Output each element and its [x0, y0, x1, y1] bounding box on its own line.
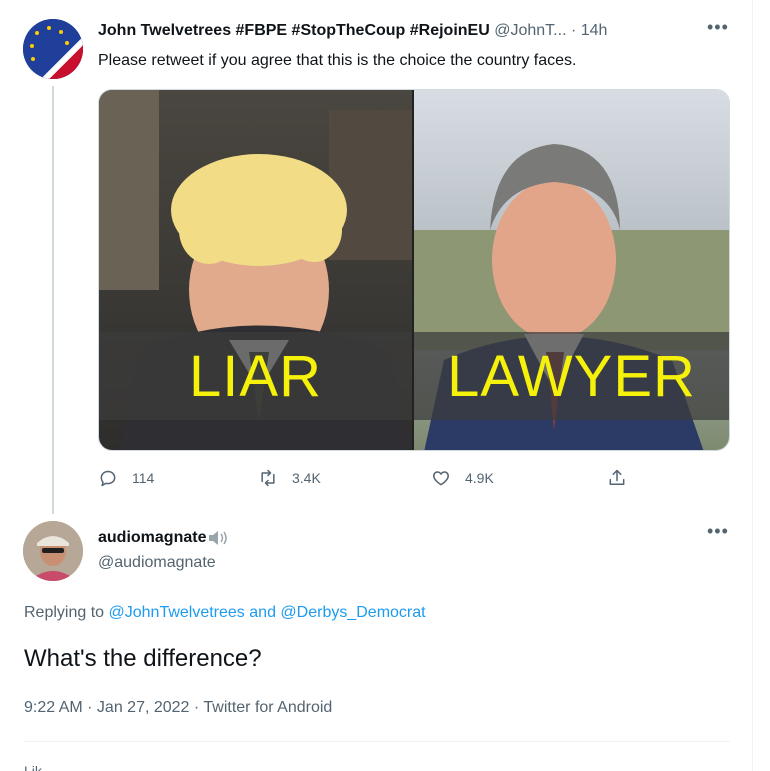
thread-connector-line — [52, 86, 54, 514]
retweet-arrows-icon — [261, 469, 275, 487]
more-options-icon[interactable]: ••• — [707, 522, 729, 540]
tweet-timestamp[interactable]: 9:22 AM · Jan 27, 2022 · Twitter for And… — [24, 699, 332, 717]
heart-outline-icon — [433, 471, 449, 486]
retweet-count: 3.4K — [292, 470, 321, 486]
retweet-button[interactable]: 3.4K — [258, 468, 321, 488]
display-name[interactable]: audiomagnate — [98, 529, 230, 547]
display-name-text: audiomagnate — [98, 529, 207, 546]
separator: · — [570, 22, 577, 39]
more-options-icon[interactable]: ••• — [707, 18, 729, 36]
tweet-header: John Twelvetrees #FBPE #StopTheCoup #Rej… — [98, 22, 688, 40]
media-panel-left: LIAR — [99, 90, 412, 450]
like-button[interactable]: 4.9K — [431, 468, 494, 488]
tweet-actions: 114 3.4K 4.9K — [98, 468, 638, 492]
caption-right: LAWYER — [447, 343, 696, 409]
user-avatar-image — [23, 521, 83, 581]
avatar[interactable] — [23, 521, 83, 581]
display-name[interactable]: John Twelvetrees #FBPE #StopTheCoup #Rej… — [98, 22, 490, 39]
like-count: 4.9K — [465, 470, 494, 486]
reply-button[interactable]: 114 — [98, 468, 154, 488]
reply-mention-link[interactable]: @JohnTwelvetrees — [109, 604, 245, 621]
share-button[interactable] — [607, 468, 641, 488]
replying-prefix: Replying to — [24, 604, 105, 621]
timeline-border — [752, 0, 753, 771]
reply-mention-link[interactable]: @Derbys_Democrat — [280, 604, 425, 621]
speaker-icon — [209, 531, 228, 545]
divider — [24, 741, 730, 742]
media-panel-right: LAWYER — [412, 90, 729, 450]
share-upload-icon — [609, 469, 625, 485]
handle[interactable]: @audiomagnate — [98, 554, 216, 572]
reply-count: 114 — [132, 470, 155, 486]
caption-bar-right: LAWYER — [414, 332, 729, 420]
caption-left: LIAR — [189, 343, 322, 409]
speech-bubble-icon — [100, 470, 116, 487]
caption-bar-left: LIAR — [99, 332, 412, 420]
eu-uk-flag-avatar-image — [23, 19, 83, 79]
likes-summary-truncated[interactable]: Lik — [24, 763, 42, 771]
tweet-media-image[interactable]: LIAR LAWYER — [98, 89, 730, 451]
tweet-text: Please retweet if you agree that this is… — [98, 52, 577, 69]
tweet-text: What's the difference? — [24, 645, 262, 672]
reply-and-text: and — [249, 604, 276, 621]
avatar[interactable] — [23, 19, 83, 79]
handle[interactable]: @JohnT... — [494, 22, 566, 39]
replying-to: Replying to @JohnTwelvetrees and @Derbys… — [24, 604, 426, 622]
timestamp[interactable]: 14h — [581, 22, 608, 39]
